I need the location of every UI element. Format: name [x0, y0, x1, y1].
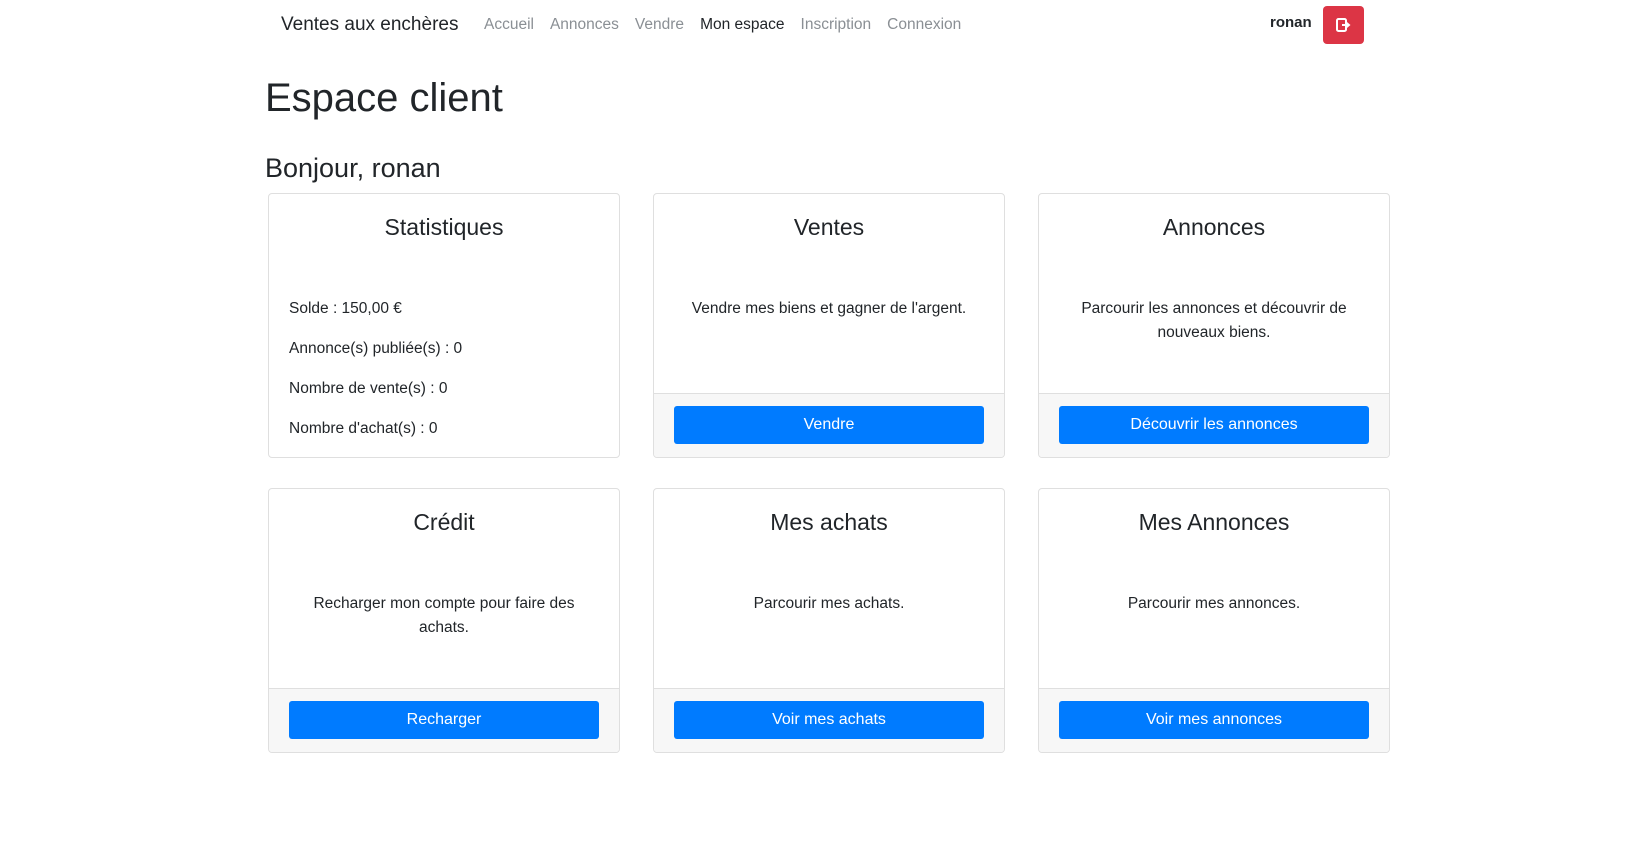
stat-solde: Solde : 150,00 €: [289, 300, 402, 317]
card-ventes: Ventes Vendre mes biens et gagner de l'a…: [653, 193, 1005, 458]
nav-links: Accueil Annonces Vendre Mon espace Inscr…: [484, 16, 977, 34]
card-statistiques: Statistiques Solde : 150,00 € Annonce(s)…: [268, 193, 620, 458]
stats-list: Solde : 150,00 € Annonce(s) publiée(s) :…: [289, 297, 462, 457]
card-credit: Crédit Recharger mon compte pour faire d…: [268, 488, 620, 753]
greeting: Bonjour, ronan: [265, 153, 441, 183]
logout-button[interactable]: [1323, 6, 1364, 44]
card-title: Crédit: [413, 509, 475, 535]
card-title: Mes achats: [770, 509, 888, 535]
card-text: Parcourir les annonces et découvrir de n…: [1081, 300, 1347, 341]
card-footer: Découvrir les annonces: [1039, 393, 1389, 457]
card-text: Parcourir mes achats.: [753, 595, 905, 612]
nav-link-mon-espace[interactable]: Mon espace: [700, 16, 784, 34]
card-title: Ventes: [793, 214, 865, 240]
card-title: Mes Annonces: [1138, 509, 1290, 535]
navbar: Ventes aux enchères Accueil Annonces Ven…: [0, 0, 1638, 50]
sign-out-icon: [1335, 18, 1350, 32]
nav-link-vendre[interactable]: Vendre: [635, 16, 684, 34]
card-mes-achats: Mes achats Parcourir mes achats. Voir me…: [653, 488, 1005, 753]
brand-link[interactable]: Ventes aux enchères: [281, 14, 458, 36]
card-mes-annonces: Mes Annonces Parcourir mes annonces. Voi…: [1038, 488, 1390, 753]
card-annonces: Annonces Parcourir les annonces et décou…: [1038, 193, 1390, 458]
voir-mes-achats-button[interactable]: Voir mes achats: [674, 701, 984, 739]
card-title: Annonces: [1162, 214, 1266, 240]
decouvrir-annonces-button[interactable]: Découvrir les annonces: [1059, 406, 1369, 444]
recharger-button[interactable]: Recharger: [289, 701, 599, 739]
user-name: ronan: [1270, 14, 1312, 31]
card-text: Recharger mon compte pour faire des acha…: [313, 595, 575, 636]
card-footer: Vendre: [654, 393, 1004, 457]
card-footer: Recharger: [269, 688, 619, 752]
stat-annonces-publiees: Annonce(s) publiée(s) : 0: [289, 340, 463, 357]
card-text: Parcourir mes annonces.: [1127, 595, 1301, 612]
page-title: Espace client: [265, 76, 503, 120]
card-footer: Voir mes annonces: [1039, 688, 1389, 752]
nav-link-inscription[interactable]: Inscription: [801, 16, 872, 34]
nav-link-connexion[interactable]: Connexion: [887, 16, 961, 34]
nav-link-annonces[interactable]: Annonces: [550, 16, 619, 34]
nav-link-accueil[interactable]: Accueil: [484, 16, 534, 34]
stat-achats: Nombre d'achat(s) : 0: [289, 420, 438, 437]
card-text: Vendre mes biens et gagner de l'argent.: [691, 300, 967, 317]
card-title: Statistiques: [384, 214, 504, 240]
voir-mes-annonces-button[interactable]: Voir mes annonces: [1059, 701, 1369, 739]
vendre-button[interactable]: Vendre: [674, 406, 984, 444]
stat-ventes: Nombre de vente(s) : 0: [289, 380, 448, 397]
card-footer: Voir mes achats: [654, 688, 1004, 752]
